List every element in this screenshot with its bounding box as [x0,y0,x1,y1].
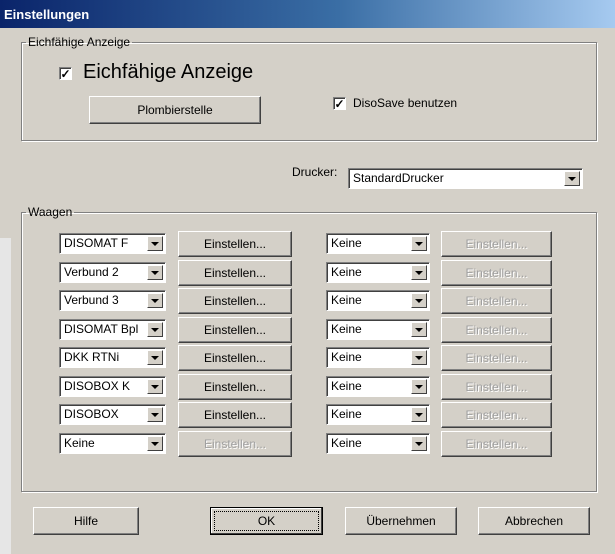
scale-config-button[interactable]: Einstellen... [178,345,292,371]
plombierstelle-button[interactable]: Plombierstelle [89,96,261,124]
second-scale-select-value: Keine [331,322,362,336]
eichfaehig-group: Eichfähige Anzeige [21,35,597,141]
scale-select[interactable]: Verbund 3 [59,290,166,311]
chevron-down-icon[interactable] [147,350,163,365]
second-scale-config-button[interactable]: Einstellen... [441,317,552,343]
chevron-down-icon[interactable] [411,379,427,394]
drucker-label: Drucker: [292,165,338,179]
second-scale-select-value: Keine [331,407,362,421]
chevron-down-icon[interactable] [147,293,163,308]
scale-select[interactable]: DISOBOX K [59,376,166,397]
second-scale-select[interactable]: Keine [326,433,430,454]
scale-select-value: DKK RTNi [64,350,120,364]
scale-select[interactable]: DKK RTNi [59,347,166,368]
settings-dialog: Eichfähige Anzeige ✓ Eichfähige Anzeige … [11,28,615,554]
scale-select[interactable]: DISOMAT Bpl [59,319,166,340]
drucker-select[interactable]: StandardDrucker [348,168,583,189]
second-scale-select-value: Keine [331,265,362,279]
eichfaehig-group-label: Eichfähige Anzeige [28,35,131,49]
checkmark-icon: ✓ [334,96,345,111]
scale-config-button[interactable]: Einstellen... [178,260,292,286]
disosave-label[interactable]: DisoSave benutzen [353,96,457,110]
second-scale-select[interactable]: Keine [326,319,430,340]
second-scale-config-button[interactable]: Einstellen... [441,402,552,428]
second-scale-select[interactable]: Keine [326,404,430,425]
second-scale-config-button[interactable]: Einstellen... [441,345,552,371]
chevron-down-icon[interactable] [411,293,427,308]
uebernehmen-button[interactable]: Übernehmen [345,507,457,535]
second-scale-select[interactable]: Keine [326,376,430,397]
checkmark-icon: ✓ [60,66,71,81]
waagen-group-label: Waagen [28,205,73,219]
chevron-down-icon[interactable] [147,379,163,394]
abbrechen-button[interactable]: Abbrechen [478,507,590,535]
second-scale-select-value: Keine [331,236,362,250]
eichfaehig-checkbox[interactable]: ✓ [59,67,72,80]
ok-button[interactable]: OK [210,507,323,535]
scale-select[interactable]: Keine [59,433,166,454]
chevron-down-icon[interactable] [147,436,163,451]
scale-config-button[interactable]: Einstellen... [178,288,292,314]
scale-select-value: DISOMAT Bpl [64,322,139,336]
scale-config-button[interactable]: Einstellen... [178,231,292,257]
disosave-checkbox[interactable]: ✓ [333,97,346,110]
second-scale-config-button[interactable]: Einstellen... [441,288,552,314]
hilfe-button[interactable]: Hilfe [33,507,139,535]
scale-config-button[interactable]: Einstellen... [178,431,292,457]
second-scale-config-button[interactable]: Einstellen... [441,374,552,400]
chevron-down-icon[interactable] [411,407,427,422]
scale-select-value: Verbund 3 [64,293,119,307]
scale-config-button[interactable]: Einstellen... [178,374,292,400]
scale-select-value: DISOBOX [64,407,119,421]
chevron-down-icon[interactable] [147,407,163,422]
eichfaehig-checkbox-label[interactable]: Eichfähige Anzeige [83,61,253,84]
scale-select[interactable]: Verbund 2 [59,262,166,283]
chevron-down-icon[interactable] [411,322,427,337]
title-bar[interactable]: Einstellungen [0,0,615,28]
chevron-down-icon[interactable] [147,236,163,251]
background-strip [0,238,11,554]
second-scale-config-button[interactable]: Einstellen... [441,231,552,257]
scale-select-value: Keine [64,436,95,450]
second-scale-select[interactable]: Keine [326,290,430,311]
chevron-down-icon[interactable] [411,436,427,451]
scale-select-value: Verbund 2 [64,265,119,279]
chevron-down-icon[interactable] [411,236,427,251]
scale-config-button[interactable]: Einstellen... [178,402,292,428]
second-scale-config-button[interactable]: Einstellen... [441,260,552,286]
second-scale-select[interactable]: Keine [326,233,430,254]
scale-select-value: DISOBOX K [64,379,131,393]
chevron-down-icon[interactable] [147,322,163,337]
scale-select[interactable]: DISOBOX [59,404,166,425]
chevron-down-icon[interactable] [147,265,163,280]
scale-select[interactable]: DISOMAT F [59,233,166,254]
second-scale-select[interactable]: Keine [326,347,430,368]
second-scale-select[interactable]: Keine [326,262,430,283]
second-scale-select-value: Keine [331,350,362,364]
chevron-down-icon[interactable] [411,350,427,365]
chevron-down-icon[interactable] [411,265,427,280]
second-scale-select-value: Keine [331,379,362,393]
drucker-select-value: StandardDrucker [353,171,444,185]
scale-select-value: DISOMAT F [64,236,129,250]
second-scale-select-value: Keine [331,436,362,450]
window-title: Einstellungen [4,7,90,22]
second-scale-select-value: Keine [331,293,362,307]
scale-config-button[interactable]: Einstellen... [178,317,292,343]
chevron-down-icon[interactable] [564,171,580,186]
second-scale-config-button[interactable]: Einstellen... [441,431,552,457]
